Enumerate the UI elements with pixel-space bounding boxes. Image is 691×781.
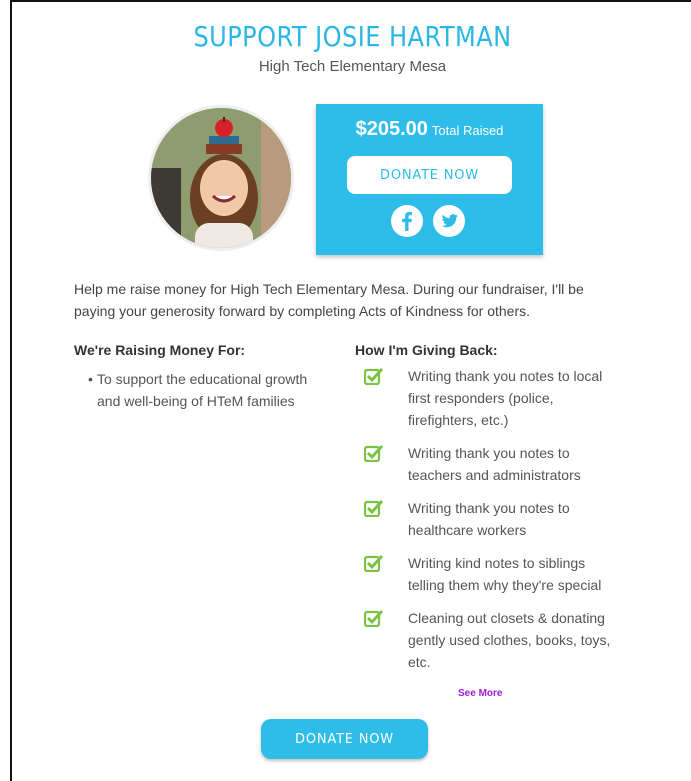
bottom-donate-now-button[interactable]: DONATE NOW <box>261 719 428 759</box>
fundraiser-page: SUPPORT JOSIE HARTMAN High Tech Elementa… <box>10 0 691 781</box>
page-title: SUPPORT JOSIE HARTMAN <box>193 20 512 53</box>
bullet-icon: • <box>88 371 93 387</box>
student-photo-icon <box>151 108 291 248</box>
checkbox-checked-icon <box>364 609 384 627</box>
twitter-icon <box>441 214 458 228</box>
checkbox-checked-icon <box>364 499 384 517</box>
twitter-share-button[interactable] <box>433 205 465 237</box>
facebook-icon <box>402 211 412 231</box>
checkbox-checked-icon <box>364 367 384 385</box>
list-item: Cleaning out closets & donating gently u… <box>364 607 624 673</box>
see-more-link[interactable]: See More <box>458 688 502 699</box>
list-item: Writing thank you notes to healthcare wo… <box>364 497 624 541</box>
facebook-share-button[interactable] <box>391 205 423 237</box>
checkbox-checked-icon <box>364 444 384 462</box>
donate-now-button[interactable]: DONATE NOW <box>347 156 512 194</box>
giving-item-text: Writing kind notes to siblings telling t… <box>408 555 602 593</box>
list-item: Writing thank you notes to local first r… <box>364 365 624 431</box>
raised-amount: $205.00 <box>355 118 428 140</box>
list-item: Writing thank you notes to teachers and … <box>364 442 624 486</box>
giving-item-text: Writing thank you notes to teachers and … <box>408 445 581 483</box>
total-raised: $205.00 Total Raised <box>316 118 543 141</box>
donation-panel: $205.00 Total Raised DONATE NOW <box>316 104 543 255</box>
giving-list: Writing thank you notes to local first r… <box>364 365 624 684</box>
avatar <box>148 105 294 251</box>
checkbox-checked-icon <box>364 554 384 572</box>
raising-item-text: To support the educational growth and we… <box>97 371 308 409</box>
giving-item-text: Writing thank you notes to healthcare wo… <box>408 500 570 538</box>
raising-heading: We're Raising Money For: <box>74 342 246 358</box>
intro-text: Help me raise money for High Tech Elemen… <box>74 281 584 319</box>
list-item: • To support the educational growth and … <box>88 368 318 412</box>
giving-item-text: Cleaning out closets & donating gently u… <box>408 610 611 670</box>
school-name: High Tech Elementary Mesa <box>258 58 447 75</box>
raised-label: Total Raised <box>431 123 504 138</box>
giving-heading: How I'm Giving Back: <box>355 342 498 358</box>
giving-item-text: Writing thank you notes to local first r… <box>408 368 603 428</box>
list-item: Writing kind notes to siblings telling t… <box>364 552 624 596</box>
